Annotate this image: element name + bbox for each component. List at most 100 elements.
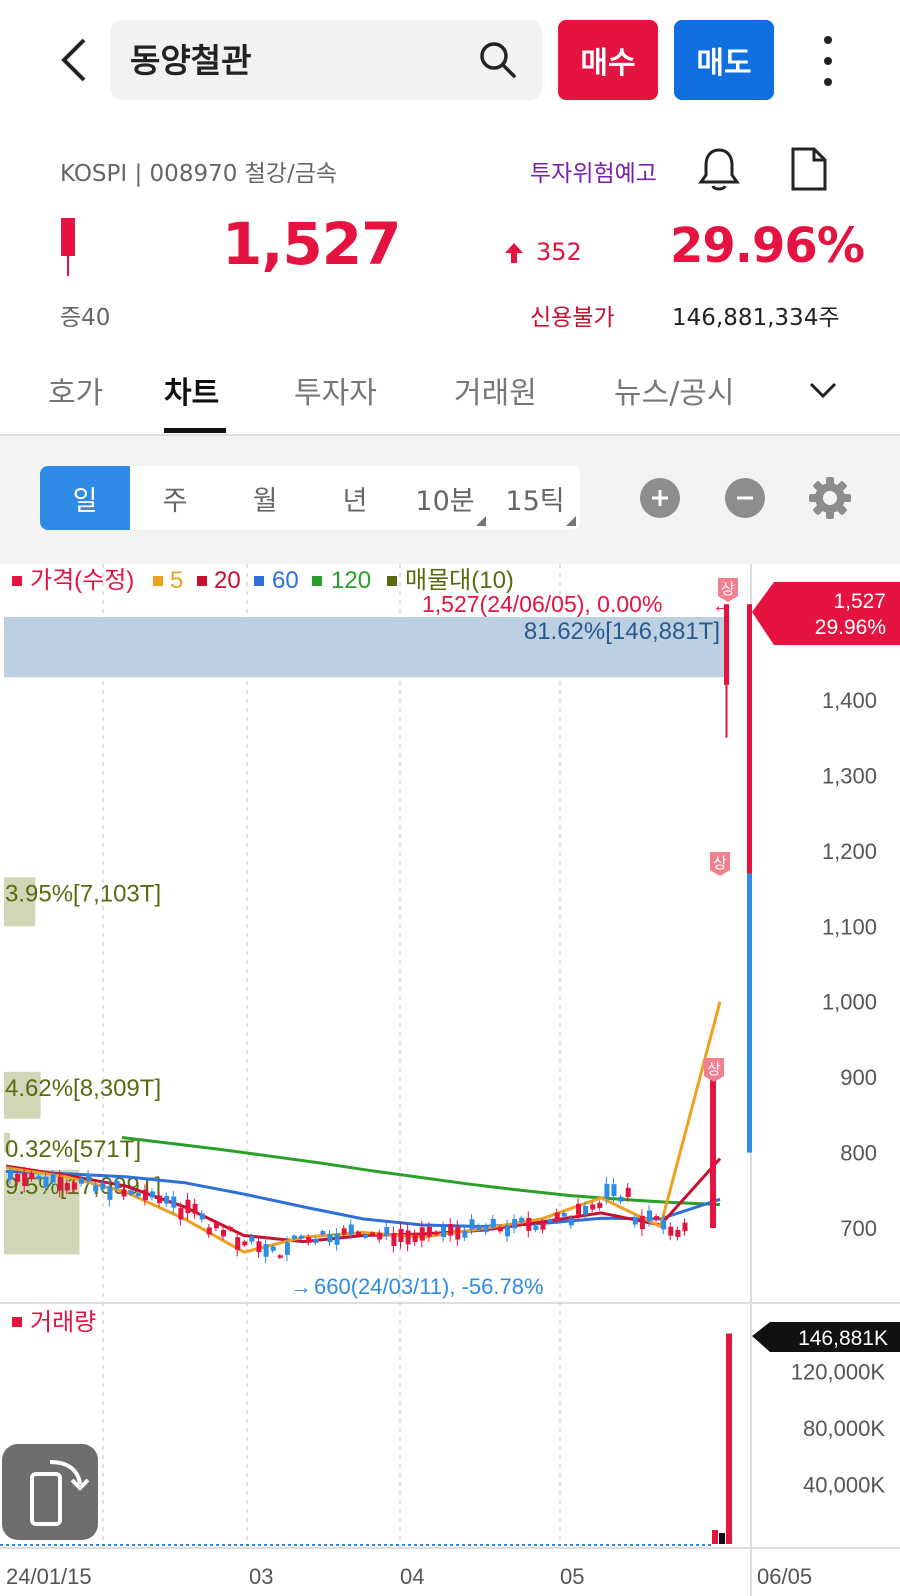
candle-body	[185, 1199, 191, 1214]
candle-body	[171, 1196, 177, 1208]
limit-up-label: 상	[713, 855, 727, 872]
x-axis-tick: 05	[560, 1564, 584, 1589]
candle-body	[604, 1183, 610, 1198]
candle-body	[334, 1233, 340, 1245]
period-10min-label: 10분	[415, 485, 475, 517]
chevron-down-icon[interactable]	[808, 380, 838, 404]
price-range-up	[747, 604, 752, 874]
legend-ma60: 60	[272, 567, 299, 594]
chevron-left-icon	[61, 38, 86, 82]
stock-name: 동양철관	[130, 41, 252, 80]
candle-body	[242, 1241, 248, 1246]
y-axis-tick: 1,200	[822, 839, 877, 864]
period-week[interactable]: 주	[130, 466, 220, 530]
candle-body	[192, 1203, 198, 1214]
tab-chart[interactable]: 차트	[164, 368, 219, 412]
sell-button[interactable]: 매도	[674, 20, 774, 100]
candle-body	[135, 1192, 141, 1197]
volume-bar	[726, 1333, 732, 1544]
period-15tick[interactable]: 15틱	[490, 466, 580, 530]
tab-orderbook[interactable]: 호가	[48, 368, 103, 412]
zoom-out-icon[interactable]	[725, 478, 765, 518]
candle-body	[426, 1226, 432, 1237]
candle-body	[412, 1233, 418, 1243]
period-year[interactable]: 년	[310, 466, 400, 530]
candle-body	[8, 1170, 13, 1180]
candle-body	[284, 1242, 290, 1255]
legend-ma120: 120	[331, 567, 371, 594]
candle-body	[611, 1184, 617, 1197]
current-price-tag-value: 1,527	[833, 590, 886, 613]
candle-body	[36, 1175, 42, 1179]
candle-body	[512, 1218, 518, 1229]
candle-body	[142, 1189, 148, 1201]
candle-body	[157, 1195, 163, 1204]
back-button[interactable]	[48, 30, 98, 90]
candle-body	[221, 1229, 226, 1237]
candle-body	[114, 1180, 120, 1189]
right-arrow-icon: →	[290, 1274, 312, 1299]
more-menu-icon[interactable]	[816, 36, 840, 86]
candle-body	[320, 1231, 326, 1235]
candle-body	[213, 1222, 219, 1229]
x-axis-tick: 24/01/15	[6, 1564, 92, 1589]
candle-body	[632, 1218, 638, 1225]
search-icon[interactable]	[478, 40, 518, 84]
document-icon[interactable]	[790, 146, 828, 196]
period-day[interactable]: 일	[40, 466, 130, 530]
tab-news[interactable]: 뉴스/공시	[614, 368, 735, 412]
price-chart[interactable]: 81.62%[146,881T] 3.95%[7,103T] 4.62%[8,309…	[0, 564, 900, 1596]
period-month[interactable]: 월	[220, 466, 310, 530]
y-axis-tick: 1,000	[822, 990, 877, 1015]
candle-body	[377, 1232, 383, 1240]
candle-body	[341, 1228, 347, 1235]
candle-body	[568, 1218, 574, 1226]
candle-body	[313, 1238, 319, 1243]
candle-body	[441, 1226, 447, 1237]
period-10min[interactable]: 10분	[400, 466, 490, 530]
candle-body	[625, 1187, 631, 1198]
candle-body	[199, 1213, 205, 1220]
candle-body	[469, 1219, 475, 1230]
candle-body	[178, 1208, 184, 1220]
y-axis-tick: 1,300	[822, 763, 877, 788]
candle-body	[661, 1219, 667, 1230]
candle-body	[590, 1204, 596, 1210]
candle-body	[355, 1231, 361, 1235]
legend-price: 가격(수정)	[30, 567, 134, 594]
volume-y-tick: 40,000K	[803, 1473, 885, 1498]
volume-last-tag-value: 146,881K	[798, 1327, 888, 1350]
candle-body	[576, 1203, 581, 1215]
buy-button[interactable]: 매수	[558, 20, 658, 100]
risk-warning-badge[interactable]: 투자위험예고	[530, 154, 657, 188]
gear-icon[interactable]	[808, 476, 852, 524]
candle-body	[327, 1234, 333, 1243]
rotate-screen-button[interactable]	[2, 1444, 98, 1540]
volume-y-tick: 80,000K	[803, 1416, 885, 1441]
price-change: 352	[536, 238, 582, 266]
period-15tick-label: 15틱	[505, 485, 565, 517]
y-axis-tick: 1,400	[822, 688, 877, 713]
bell-icon[interactable]	[698, 146, 740, 196]
candle-body	[64, 1182, 70, 1191]
candle-body	[270, 1246, 276, 1251]
market-code: KOSPI | 008970 철강/금속	[60, 161, 338, 187]
candle-body	[384, 1226, 390, 1236]
tab-brokers[interactable]: 거래원	[454, 368, 537, 412]
active-tab-indicator	[164, 428, 226, 433]
candle-body	[299, 1235, 305, 1239]
candle-body	[391, 1232, 397, 1247]
limit-up-label: 상	[707, 1061, 721, 1078]
credit-status: 신용불가	[530, 305, 615, 331]
volume-shares: 146,881,334주	[672, 305, 840, 331]
candle-body	[121, 1189, 127, 1197]
tab-investors[interactable]: 투자자	[294, 368, 377, 412]
high-annotation: 1,527(24/06/05), 0.00%	[422, 591, 662, 617]
candle-body	[263, 1244, 269, 1257]
zoom-in-icon[interactable]	[640, 478, 680, 518]
candle-body	[107, 1186, 113, 1200]
y-axis-tick: 700	[840, 1216, 877, 1241]
candle-body	[547, 1219, 553, 1223]
candle-body	[682, 1222, 688, 1232]
candle-body	[50, 1174, 56, 1183]
